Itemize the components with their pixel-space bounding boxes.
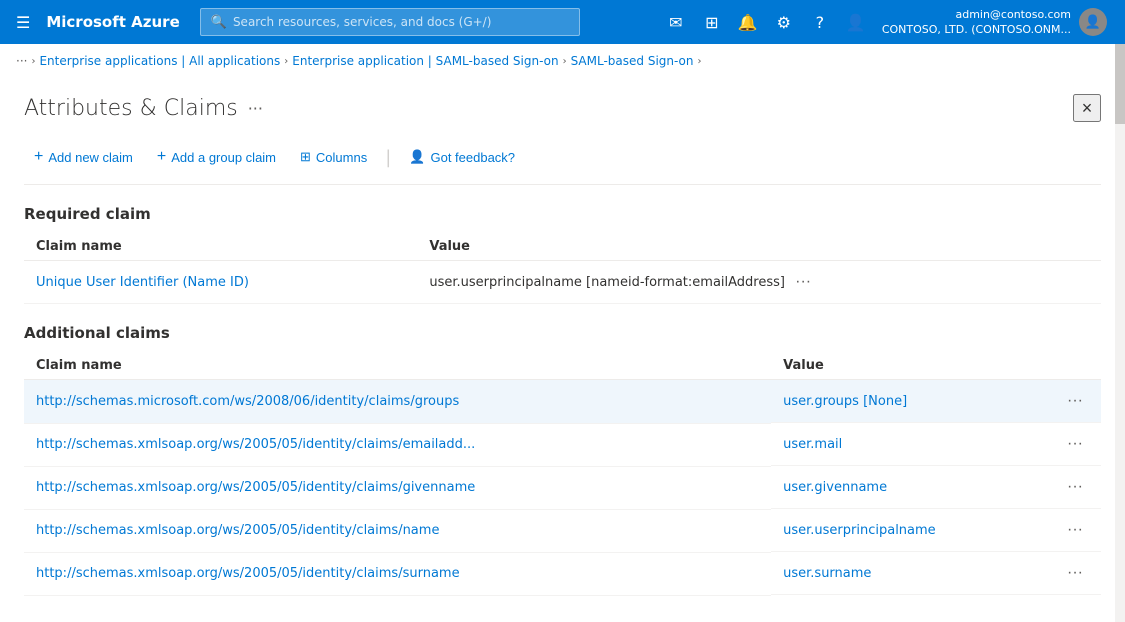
page-options-dots[interactable]: ··· — [248, 99, 263, 118]
scrollbar-thumb[interactable] — [1115, 44, 1125, 124]
breadcrumb-item-0[interactable]: Enterprise applications | All applicatio… — [39, 54, 280, 68]
hamburger-menu-icon[interactable]: ☰ — [12, 9, 34, 36]
additional-claim-value-cell: user.groups [None] ··· — [771, 380, 1101, 423]
required-claims-table: Claim name Value Unique User Identifier … — [24, 233, 1101, 304]
top-navigation: ☰ Microsoft Azure 🔍 Search resources, se… — [0, 0, 1125, 44]
breadcrumb: ··· › Enterprise applications | All appl… — [0, 44, 1125, 78]
columns-button[interactable]: ⊞ Columns — [290, 143, 377, 171]
additional-claim-name-cell: http://schemas.xmlsoap.org/ws/2005/05/id… — [24, 552, 771, 595]
required-claim-value-cell: user.userprincipalname [nameid-format:em… — [417, 261, 1101, 304]
columns-icon: ⊞ — [300, 149, 311, 165]
additional-claims-section: Additional claims Claim name Value http:… — [24, 324, 1101, 596]
additional-claim-row: http://schemas.xmlsoap.org/ws/2005/05/id… — [24, 552, 1101, 595]
additional-claim-value-cell: user.mail ··· — [771, 423, 1101, 466]
additional-claim-more-button-0[interactable]: ··· — [1061, 390, 1089, 412]
breadcrumb-sep-1: › — [284, 56, 288, 67]
page-title: Attributes & Claims — [24, 96, 238, 121]
additional-claim-name-link-3[interactable]: http://schemas.xmlsoap.org/ws/2005/05/id… — [36, 523, 439, 538]
add-group-claim-label: Add a group claim — [171, 150, 276, 165]
feedback-label: Got feedback? — [430, 150, 515, 165]
add-new-claim-label: Add new claim — [48, 150, 133, 165]
breadcrumb-sep-2: › — [563, 56, 567, 67]
page-header: Attributes & Claims ··· × — [24, 94, 1101, 122]
additional-claim-row: http://schemas.xmlsoap.org/ws/2005/05/id… — [24, 466, 1101, 509]
additional-claim-value-1: user.mail — [783, 437, 842, 452]
global-search-box[interactable]: 🔍 Search resources, services, and docs (… — [200, 8, 580, 36]
required-claim-more-button[interactable]: ··· — [789, 271, 817, 293]
toolbar: + Add new claim + Add a group claim ⊞ Co… — [24, 142, 1101, 185]
columns-label: Columns — [316, 150, 367, 165]
portal-menu-icon[interactable]: ⊞ — [696, 6, 728, 38]
required-claim-section-title: Required claim — [24, 205, 1101, 223]
additional-claim-more-button-3[interactable]: ··· — [1061, 519, 1089, 541]
help-icon[interactable]: ? — [804, 6, 836, 38]
scrollbar-track[interactable] — [1115, 44, 1125, 622]
additional-claim-more-button-4[interactable]: ··· — [1061, 562, 1089, 584]
additional-col-value: Value — [771, 352, 1101, 380]
feedback-button[interactable]: 👤 Got feedback? — [399, 143, 525, 171]
additional-claim-value-4: user.surname — [783, 566, 871, 581]
additional-claim-value-0: user.groups [None] — [783, 394, 907, 409]
required-claim-row: Unique User Identifier (Name ID) user.us… — [24, 261, 1101, 304]
breadcrumb-item-1[interactable]: Enterprise application | SAML-based Sign… — [292, 54, 558, 68]
people-icon[interactable]: 👤 — [840, 6, 872, 38]
required-claims-section: Required claim Claim name Value Unique U… — [24, 205, 1101, 304]
additional-claim-more-button-1[interactable]: ··· — [1061, 433, 1089, 455]
feedback-icon: 👤 — [409, 149, 425, 165]
additional-claim-name-link-0[interactable]: http://schemas.microsoft.com/ws/2008/06/… — [36, 394, 459, 409]
breadcrumb-sep-3: › — [698, 56, 702, 67]
additional-claim-name-link-1[interactable]: http://schemas.xmlsoap.org/ws/2005/05/id… — [36, 437, 475, 452]
breadcrumb-dots[interactable]: ··· — [16, 54, 27, 68]
breadcrumb-sep-0: › — [31, 56, 35, 67]
add-group-claim-button[interactable]: + Add a group claim — [147, 142, 286, 172]
required-col-claim-name: Claim name — [24, 233, 417, 261]
required-claim-name-link[interactable]: Unique User Identifier (Name ID) — [36, 275, 249, 290]
plus-icon: + — [34, 148, 43, 166]
add-new-claim-button[interactable]: + Add new claim — [24, 142, 143, 172]
additional-claims-section-title: Additional claims — [24, 324, 1101, 342]
user-info: admin@contoso.com CONTOSO, LTD. (CONTOSO… — [882, 7, 1071, 38]
additional-claims-table: Claim name Value http://schemas.microsof… — [24, 352, 1101, 596]
additional-claim-name-link-4[interactable]: http://schemas.xmlsoap.org/ws/2005/05/id… — [36, 566, 460, 581]
additional-claim-row: http://schemas.xmlsoap.org/ws/2005/05/id… — [24, 423, 1101, 466]
azure-logo: Microsoft Azure — [46, 13, 179, 31]
additional-col-claim-name: Claim name — [24, 352, 771, 380]
additional-claim-more-button-2[interactable]: ··· — [1061, 476, 1089, 498]
topnav-icon-group: ✉ ⊞ 🔔 ⚙ ? 👤 admin@contoso.com CONTOSO, L… — [660, 5, 1113, 40]
additional-claim-name-cell: http://schemas.xmlsoap.org/ws/2005/05/id… — [24, 423, 771, 466]
search-placeholder-text: Search resources, services, and docs (G+… — [233, 15, 491, 29]
main-content: Attributes & Claims ··· × + Add new clai… — [0, 78, 1125, 596]
additional-claim-value-cell: user.userprincipalname ··· — [771, 509, 1101, 552]
additional-claim-name-link-2[interactable]: http://schemas.xmlsoap.org/ws/2005/05/id… — [36, 480, 475, 495]
required-claim-value: user.userprincipalname [nameid-format:em… — [429, 275, 785, 290]
required-claim-name-cell: Unique User Identifier (Name ID) — [24, 261, 417, 304]
user-profile-button[interactable]: admin@contoso.com CONTOSO, LTD. (CONTOSO… — [876, 5, 1113, 40]
additional-claim-value-2: user.givenname — [783, 480, 887, 495]
plus-icon-2: + — [157, 148, 166, 166]
breadcrumb-item-2[interactable]: SAML-based Sign-on — [571, 54, 694, 68]
additional-claim-row: http://schemas.xmlsoap.org/ws/2005/05/id… — [24, 509, 1101, 552]
user-avatar: 👤 — [1079, 8, 1107, 36]
message-icon[interactable]: ✉ — [660, 6, 692, 38]
notifications-icon[interactable]: 🔔 — [732, 6, 764, 38]
additional-claim-value-cell: user.surname ··· — [771, 552, 1101, 595]
close-button[interactable]: × — [1073, 94, 1101, 122]
additional-claim-name-cell: http://schemas.xmlsoap.org/ws/2005/05/id… — [24, 509, 771, 552]
user-email: admin@contoso.com — [955, 7, 1071, 22]
settings-icon[interactable]: ⚙ — [768, 6, 800, 38]
additional-claim-name-cell: http://schemas.xmlsoap.org/ws/2005/05/id… — [24, 466, 771, 509]
additional-claim-value-3: user.userprincipalname — [783, 523, 936, 538]
search-icon: 🔍 — [211, 15, 227, 30]
additional-claim-name-cell: http://schemas.microsoft.com/ws/2008/06/… — [24, 380, 771, 424]
user-org: CONTOSO, LTD. (CONTOSO.ONM... — [882, 22, 1071, 37]
toolbar-separator: | — [381, 147, 395, 168]
required-col-value: Value — [417, 233, 1101, 261]
additional-claim-value-cell: user.givenname ··· — [771, 466, 1101, 509]
additional-claim-row: http://schemas.microsoft.com/ws/2008/06/… — [24, 380, 1101, 424]
